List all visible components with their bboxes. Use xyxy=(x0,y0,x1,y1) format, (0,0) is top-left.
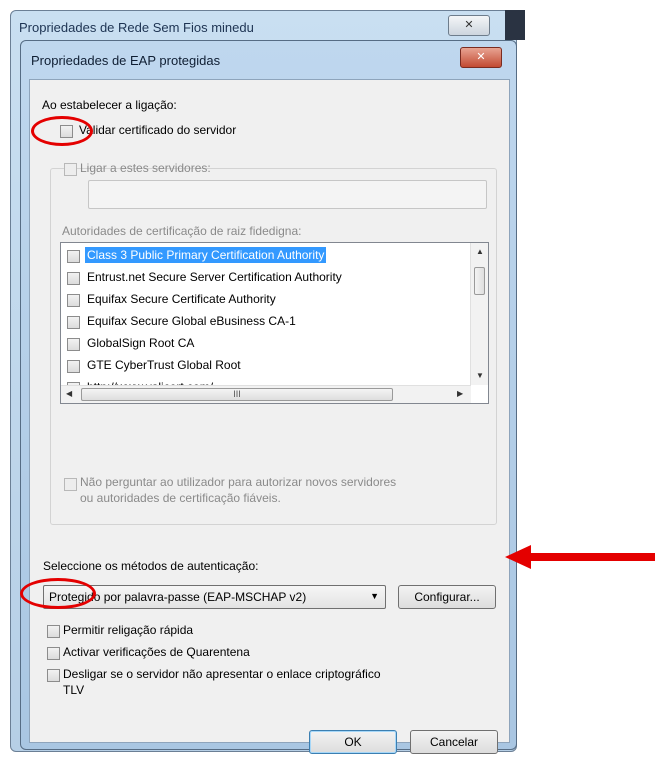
disconnect-tlv-label-line2: TLV xyxy=(63,683,85,697)
list-item[interactable]: Equifax Secure Global eBusiness CA-1 xyxy=(61,311,461,333)
connect-servers-label: Ligar a estes servidores: xyxy=(80,161,211,175)
annotation-arrow-icon xyxy=(505,545,655,569)
ca-checkbox[interactable] xyxy=(67,360,80,373)
ca-label: Class 3 Public Primary Certification Aut… xyxy=(85,247,327,263)
scroll-right-icon[interactable]: ▶ xyxy=(457,389,463,398)
list-item[interactable]: Entrust.net Secure Server Certification … xyxy=(61,267,461,289)
annotation-circle-validate xyxy=(31,116,93,146)
dialog-client-area: Ao estabelecer a ligação: Validar certif… xyxy=(29,79,510,754)
quarantine-checkbox[interactable] xyxy=(47,647,60,660)
dialog-close-button[interactable]: ✕ xyxy=(460,47,502,68)
dialog-title: Propriedades de EAP protegidas xyxy=(31,53,221,68)
list-item[interactable]: Equifax Secure Certificate Authority xyxy=(61,289,461,311)
vertical-scrollbar[interactable]: ▲ ▼ xyxy=(470,243,488,385)
trusted-ca-label: Autoridades de certificação de raiz fide… xyxy=(62,224,302,238)
fast-reconnect-checkbox[interactable] xyxy=(47,625,60,638)
arrow-shape xyxy=(505,545,655,569)
fast-reconnect-label: Permitir religação rápida xyxy=(63,623,194,637)
ca-checkbox[interactable] xyxy=(67,272,80,285)
ca-checkbox[interactable] xyxy=(67,294,80,307)
background-close-button[interactable]: ✕ xyxy=(448,15,490,36)
annotation-circle-fast-reconnect xyxy=(20,578,96,609)
ca-label: Equifax Secure Global eBusiness CA-1 xyxy=(87,314,296,328)
validate-cert-label: Validar certificado do servidor xyxy=(76,123,240,137)
ca-checkbox[interactable] xyxy=(67,338,80,351)
ok-button[interactable]: OK xyxy=(309,730,397,754)
no-prompt-label-line1: Não perguntar ao utilizador para autoriz… xyxy=(80,475,397,489)
connect-servers-checkbox[interactable] xyxy=(64,163,77,176)
trusted-ca-list[interactable]: Class 3 Public Primary Certification Aut… xyxy=(60,242,489,404)
scroll-down-icon[interactable]: ▼ xyxy=(476,371,484,380)
window-corner xyxy=(505,10,525,40)
ca-label: GTE CyberTrust Global Root xyxy=(87,358,241,372)
no-prompt-checkbox[interactable] xyxy=(64,478,77,491)
auth-method-label: Seleccione os métodos de autenticação: xyxy=(43,559,259,573)
disconnect-tlv-checkbox[interactable] xyxy=(47,669,60,682)
connect-label: Ao estabelecer a ligação: xyxy=(42,98,177,112)
horizontal-scroll-thumb[interactable]: III xyxy=(81,388,393,401)
ca-checkbox[interactable] xyxy=(67,316,80,329)
cancel-button[interactable]: Cancelar xyxy=(410,730,498,754)
disconnect-tlv-label-line1: Desligar se o servidor não apresentar o … xyxy=(63,667,381,681)
peap-properties-dialog: Propriedades de EAP protegidas ✕ Ao esta… xyxy=(20,40,517,754)
list-item[interactable]: Class 3 Public Primary Certification Aut… xyxy=(61,245,461,267)
chevron-down-icon: ▼ xyxy=(370,591,379,601)
list-item[interactable]: GlobalSign Root CA xyxy=(61,333,461,355)
ca-label: GlobalSign Root CA xyxy=(87,336,195,350)
servers-input[interactable] xyxy=(88,180,487,209)
scroll-up-icon[interactable]: ▲ xyxy=(476,247,484,256)
ca-label: Entrust.net Secure Server Certification … xyxy=(87,270,342,284)
vertical-scroll-thumb[interactable] xyxy=(474,267,485,295)
no-prompt-label-line2: ou autoridades de certificação fiáveis. xyxy=(80,491,281,505)
quarantine-label: Activar verificações de Quarentena xyxy=(63,645,250,659)
ca-checkbox[interactable] xyxy=(67,250,80,263)
scroll-left-icon[interactable]: ◀ xyxy=(66,389,72,398)
list-item[interactable]: GTE CyberTrust Global Root xyxy=(61,355,461,377)
background-window-title: Propriedades de Rede Sem Fios minedu xyxy=(19,20,254,35)
ca-label: Equifax Secure Certificate Authority xyxy=(87,292,276,306)
configure-button[interactable]: Configurar... xyxy=(398,585,496,609)
horizontal-scrollbar[interactable]: ◀ III ▶ xyxy=(61,385,471,403)
